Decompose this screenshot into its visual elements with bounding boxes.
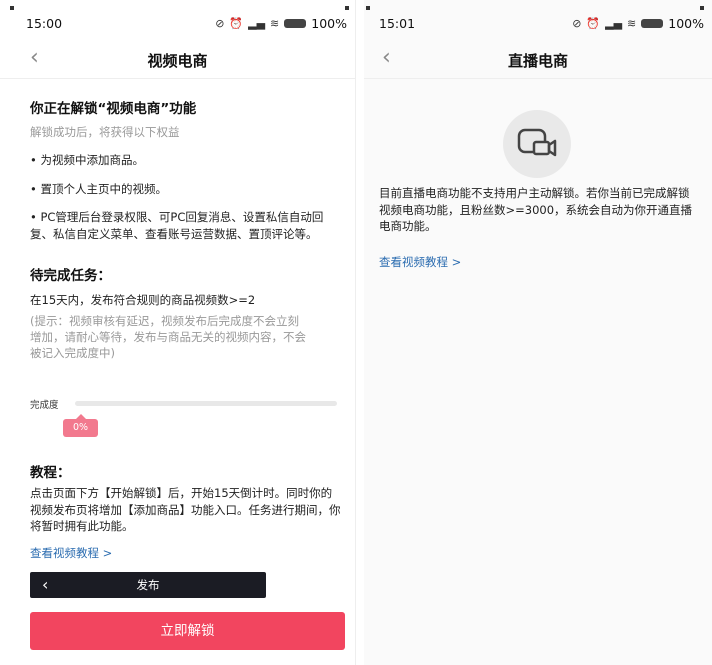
signal-icon: ▂▄ — [248, 17, 266, 30]
tutorial-link-text[interactable]: 查看视频教程 > — [30, 546, 112, 560]
divider — [364, 78, 712, 79]
tasks-title-text: 待完成任务： — [30, 268, 111, 284]
benefit-item: • 为视频中添加商品。 — [30, 152, 341, 169]
tutorial-link[interactable]: 查看视频教程 > — [30, 542, 341, 561]
alarm-icon: ⏰ — [586, 17, 601, 30]
corner-mark — [366, 6, 370, 10]
tutorial-title-text: 教程： — [30, 465, 71, 481]
live-video-icon — [503, 110, 571, 178]
status-time: 15:01 — [379, 16, 416, 31]
status-bar: 15:01 ⊘ ⏰ ▂▄ ≋ 100% — [364, 14, 712, 34]
corner-mark — [10, 6, 14, 10]
benefit-item: • 置顶个人主页中的视频。 — [30, 181, 341, 198]
task-rule: 在15天内，发布符合规则的商品视频数>=2 — [30, 292, 341, 309]
battery-percent: 100% — [668, 16, 704, 31]
left-screen: 15:00 ⊘ ⏰ ▂▄ ≋ 100% ‹ 视频电商 你正在解锁“视频电商”功能… — [0, 0, 356, 665]
tutorial-link-text[interactable]: 查看视频教程 > — [379, 255, 461, 269]
benefit-item: • PC管理后台登录权限、可PC回复消息、设置私信自动回复、私信自定义菜单、查看… — [30, 209, 341, 242]
wifi-icon: ≋ — [627, 17, 637, 30]
publish-label: 发布 — [136, 578, 160, 592]
task-hint: (提示：视频审核有延迟，视频发布后完成度不会立刻增加，请耐心等待，发布与商品无关… — [30, 313, 309, 361]
publish-preview: ‹ 发布 — [30, 572, 266, 598]
wifi-icon: ≋ — [270, 17, 280, 30]
task-rule-text: 在15天内，发布符合规则的商品视频数>=2 — [30, 293, 256, 307]
nav-bar: ‹ 直播电商 — [364, 38, 712, 78]
corner-mark — [345, 6, 349, 10]
battery-percent: 100% — [311, 16, 347, 31]
tutorial-body: 点击页面下方【开始解锁】后，开始15天倒计时。同时你的视频发布页将增加【添加商品… — [30, 485, 341, 535]
tutorial-body-text: 点击页面下方【开始解锁】后，开始15天倒计时。同时你的视频发布页将增加【添加商品… — [30, 486, 341, 533]
mute-icon: ⊘ — [215, 17, 225, 30]
page-title: 直播电商 — [507, 52, 568, 70]
page-title: 视频电商 — [147, 52, 208, 70]
progress-label: 完成度 — [30, 400, 59, 411]
status-icons: ⊘ ⏰ ▂▄ ≋ 100% — [215, 16, 347, 31]
task-hint-text: (提示：视频审核有延迟，视频发布后完成度不会立刻增加，请耐心等待，发布与商品无关… — [30, 314, 306, 360]
battery-icon — [284, 19, 307, 28]
tutorial-title: 教程： — [30, 461, 341, 481]
unlock-button[interactable]: 立即解锁 — [30, 612, 345, 650]
tasks-title: 待完成任务： — [30, 264, 341, 284]
live-description: 目前直播电商功能不支持用户主动解锁。若你当前已完成解锁视频电商功能，且粉丝数>=… — [379, 185, 698, 235]
benefit-text: • 置顶个人主页中的视频。 — [30, 182, 167, 196]
alarm-icon: ⏰ — [229, 17, 244, 30]
benefit-text: • 为视频中添加商品。 — [30, 153, 144, 167]
divider — [0, 78, 355, 79]
live-description-text: 目前直播电商功能不支持用户主动解锁。若你当前已完成解锁视频电商功能，且粉丝数>=… — [379, 186, 693, 233]
unlock-subtitle-text: 解锁成功后，将获得以下权益 — [30, 125, 180, 139]
right-screen: 15:01 ⊘ ⏰ ▂▄ ≋ 100% ‹ 直播电商 目前直播电商功能不支持用户… — [364, 0, 712, 665]
nav-bar: ‹ 视频电商 — [0, 38, 355, 78]
mute-icon: ⊘ — [572, 17, 582, 30]
benefit-text: • PC管理后台登录权限、可PC回复消息、设置私信自动回复、私信自定义菜单、查看… — [30, 210, 324, 241]
progress-value: 0% — [63, 414, 98, 437]
tutorial-link[interactable]: 查看视频教程 > — [379, 251, 698, 270]
unlock-title: 你正在解锁“视频电商”功能 — [30, 97, 341, 117]
progress-bar — [75, 401, 337, 406]
battery-icon — [641, 19, 664, 28]
corner-mark — [700, 6, 704, 10]
unlock-title-text: 你正在解锁“视频电商”功能 — [30, 101, 197, 117]
unlock-subtitle: 解锁成功后，将获得以下权益 — [30, 124, 341, 140]
status-time: 15:00 — [26, 16, 63, 31]
status-bar: 15:00 ⊘ ⏰ ▂▄ ≋ 100% — [0, 14, 355, 34]
status-icons: ⊘ ⏰ ▂▄ ≋ 100% — [572, 16, 704, 31]
signal-icon: ▂▄ — [605, 17, 623, 30]
